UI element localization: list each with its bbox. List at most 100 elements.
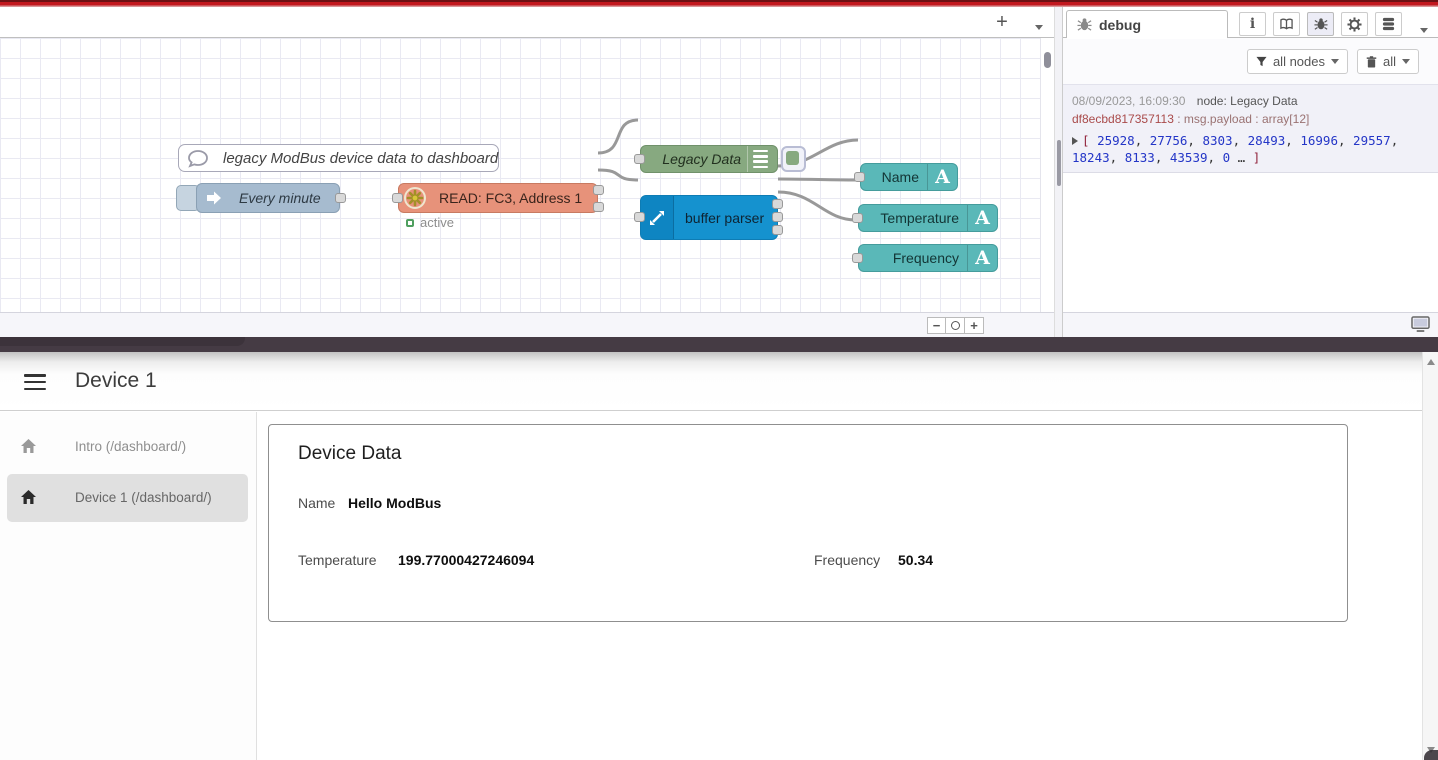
monitor-icon [1411,316,1430,333]
config-nodes-button[interactable] [1341,12,1368,36]
status-ring-icon [406,219,414,227]
ui-temperature-input-port[interactable] [852,213,863,223]
wire-parser-frequency[interactable] [778,192,856,220]
ui-frequency-input-port[interactable] [852,253,863,263]
debug-toggle-state [786,151,799,165]
dashboard-toolbar: Device 1 [0,352,1438,411]
read-output-port-1[interactable] [593,185,604,195]
screen: + legacy ModBus device data to dashboard [0,0,1438,760]
dashboard-scrollbar[interactable] [1422,352,1438,760]
debug-msgid: df8ecbd817357113 [1072,112,1174,126]
ui-frequency-label: Frequency [893,245,959,271]
chevron-down-icon [1331,59,1339,64]
debug-type: array[12] [1262,112,1309,126]
context-data-button[interactable] [1375,12,1402,36]
debug-source-node[interactable]: node: Legacy Data [1197,94,1298,108]
text-widget-icon: A [967,205,997,231]
comment-node[interactable]: legacy ModBus device data to dashboard [178,144,499,172]
buffer-parser-label: buffer parser [685,196,764,239]
debug-property: msg.payload [1184,112,1252,126]
open-dashboard-button[interactable] [1411,316,1430,333]
temperature-field-label: Temperature [298,552,377,568]
text-widget-icon: A [967,245,997,271]
filter-nodes-label: all nodes [1273,54,1325,69]
inject-node[interactable]: Every minute [196,183,340,213]
flow-canvas[interactable]: legacy ModBus device data to dashboard E… [0,38,1040,312]
dashboard-sidebar: Intro (/dashboard/) Device 1 (/dashboard… [0,412,257,760]
read-output-port-2[interactable] [593,202,604,212]
debug-toolbar: all nodes all [1063,38,1438,84]
flow-tabbar: + [0,7,1057,38]
wire-read-parser[interactable] [598,170,638,180]
info-tab-button[interactable]: i [1239,12,1266,36]
parser-output-port-2[interactable] [772,212,783,222]
frequency-field-value: 50.34 [898,552,933,568]
debug-output-node[interactable]: Legacy Data [640,145,778,173]
ui-text-node-frequency[interactable]: Frequency A [858,244,998,272]
frequency-field-label: Frequency [814,552,880,568]
clear-messages-button[interactable]: all [1357,49,1419,74]
inject-output-port[interactable] [335,193,346,203]
ui-name-label: Name [882,164,919,190]
inject-arrow-icon [197,184,231,212]
filter-nodes-button[interactable]: all nodes [1247,49,1348,74]
scroll-up-arrow-icon[interactable] [1427,359,1435,365]
window-edge-bar [0,337,1438,352]
scrollbar-thumb[interactable] [1044,52,1051,68]
wire-read-debug[interactable] [598,120,638,153]
add-flow-button[interactable]: + [991,13,1013,33]
expand-arrows-icon [641,196,674,239]
debug-enable-toggle[interactable] [781,146,806,172]
zoom-reset-icon [951,321,960,330]
dashboard-window: Device 1 Intro (/dashboard/) Device 1 (/… [0,352,1438,760]
ui-name-input-port[interactable] [854,172,865,182]
browser-top-edge [0,0,1438,7]
dashboard-title: Device 1 [75,369,157,393]
modbus-read-node[interactable]: READ: FC3, Address 1 [398,183,598,213]
menu-toggle-button[interactable] [24,374,46,390]
buffer-parser-node[interactable]: buffer parser [640,195,778,240]
gear-icon [1347,17,1362,32]
editor-footer: − + [0,312,1054,337]
read-input-port[interactable] [392,193,403,203]
home-icon [20,489,37,505]
comment-label: legacy ModBus device data to dashboard [223,145,498,171]
flow-list-button[interactable] [1035,19,1043,37]
sidebar-item-intro[interactable]: Intro (/dashboard/) [0,423,257,471]
zoom-reset-button[interactable] [946,317,965,334]
book-icon [1279,18,1294,31]
canvas-vertical-scrollbar[interactable] [1040,38,1054,312]
modbus-read-label: READ: FC3, Address 1 [439,184,582,212]
window-corner [1424,750,1438,760]
home-icon [20,438,37,454]
help-tab-button[interactable] [1273,12,1300,36]
expand-payload-arrow-icon[interactable] [1072,137,1078,145]
debug-message[interactable]: 08/09/2023, 16:09:30 node: Legacy Data d… [1063,84,1438,173]
debug-timestamp: 08/09/2023, 16:09:30 [1072,94,1185,108]
temperature-field-value: 199.77000427246094 [398,552,534,568]
sidebar-item-device1[interactable]: Device 1 (/dashboard/) [0,474,257,522]
divider-grip[interactable] [1057,140,1061,186]
debug-payload[interactable]: [ 25928, 27756, 8303, 28493, 16996, 2955… [1072,132,1428,166]
funnel-icon [1256,56,1267,67]
parser-input-port[interactable] [634,212,645,222]
ui-text-node-name[interactable]: Name A [860,163,958,191]
debug-tab-button[interactable] [1307,12,1334,36]
console-lines-icon [747,146,773,172]
zoom-in-button[interactable]: + [965,317,984,334]
wire-parser-temperature[interactable] [778,179,856,180]
modbus-star-icon [403,186,427,210]
debug-input-port[interactable] [634,154,645,164]
sidebar-resize-divider[interactable] [1054,7,1063,337]
speech-bubble-icon [187,149,209,169]
zoom-out-button[interactable]: − [927,317,946,334]
context-data-icon [1381,17,1396,31]
tab-debug[interactable]: debug [1066,10,1228,38]
sidebar-tabrow: debug i [1063,10,1438,38]
ui-text-node-temperature[interactable]: Temperature A [858,204,998,232]
parser-output-port-3[interactable] [772,225,783,235]
parser-output-port-1[interactable] [772,199,783,209]
card-title: Device Data [298,443,402,465]
sidebar-icon-buttons: i [1239,12,1402,36]
text-widget-icon: A [927,164,957,190]
